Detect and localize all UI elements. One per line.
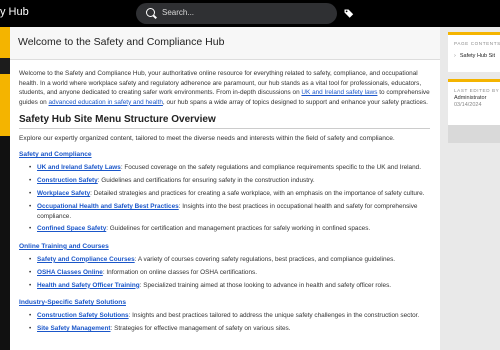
edited-date: 03/14/2024	[454, 102, 482, 108]
item-link[interactable]: Occupational Health and Safety Best Prac…	[37, 203, 179, 210]
search-icon	[146, 8, 155, 17]
page-contents-panel: PAGE CONTENTS › Safety Hub Sit	[448, 32, 500, 72]
intro-paragraph: Welcome to the Safety and Compliance Hub…	[19, 69, 430, 107]
item-link[interactable]: Safety and Compliance Courses	[37, 256, 135, 263]
section-heading: Safety and Compliance	[19, 151, 430, 158]
item-text: : Detailed strategies and practices for …	[90, 190, 425, 198]
item-text: : Guidelines for certification and manag…	[106, 225, 371, 233]
list-item: Construction Safety Solutions: Insights …	[29, 311, 430, 321]
uk-ireland-laws-link[interactable]: UK and Ireland safety laws	[301, 89, 377, 96]
list-item: Health and Safety Officer Training: Spec…	[29, 281, 430, 291]
list-item: Site Safety Management: Strategies for e…	[29, 324, 430, 334]
page-contents-heading: PAGE CONTENTS	[454, 41, 500, 46]
sidebar-placeholder-block	[448, 125, 500, 143]
item-text: : Information on online classes for OSHA…	[102, 268, 257, 276]
list-item: UK and Ireland Safety Laws: Focused cove…	[29, 163, 430, 173]
section-list: Construction Safety Solutions: Insights …	[19, 311, 430, 334]
item-text: : Specialized training aimed at those lo…	[139, 281, 392, 289]
page-title: Welcome to the Safety and Compliance Hub	[18, 36, 225, 48]
item-text: : Strategies for effective management of…	[110, 324, 291, 332]
list-item: Confined Space Safety: Guidelines for ce…	[29, 224, 430, 234]
section-list: UK and Ireland Safety Laws: Focused cove…	[19, 163, 430, 234]
right-sidebar: PAGE CONTENTS › Safety Hub Sit LAST EDITE…	[448, 27, 500, 350]
item-link[interactable]: Health and Safety Officer Training	[37, 282, 140, 289]
page-title-bar: Welcome to the Safety and Compliance Hub	[10, 27, 440, 60]
item-text: : Insights and best practices tailored t…	[128, 312, 420, 320]
list-item: Workplace Safety: Detailed strategies an…	[29, 189, 430, 199]
list-item: Construction Safety: Guidelines and cert…	[29, 176, 430, 186]
item-link[interactable]: UK and Ireland Safety Laws	[37, 164, 121, 171]
list-item: Safety and Compliance Courses: A variety…	[29, 255, 430, 265]
search-box[interactable]: Search...	[136, 3, 337, 24]
left-dark-strip	[0, 136, 10, 350]
item-link[interactable]: OSHA Classes Online	[37, 269, 103, 276]
section-link-safety-compliance[interactable]: Safety and Compliance	[19, 151, 92, 158]
article-content: Welcome to the Safety and Compliance Hub…	[10, 60, 440, 334]
section-heading: Industry-Specific Safety Solutions	[19, 299, 430, 306]
intro-text-3: , our hub spans a wide array of topics d…	[162, 98, 428, 106]
overview-heading: Safety Hub Site Menu Structure Overview	[19, 114, 430, 130]
item-link[interactable]: Construction Safety	[37, 177, 98, 184]
section-heading: Online Training and Courses	[19, 243, 430, 250]
item-text: : Guidelines and certifications for ensu…	[97, 177, 315, 185]
top-bar: y Hub Search...	[0, 0, 500, 27]
section-list: Safety and Compliance Courses: A variety…	[19, 255, 430, 291]
chevron-right-icon: ›	[454, 53, 456, 59]
site-brand[interactable]: y Hub	[0, 6, 29, 18]
search-input[interactable]: Search...	[162, 8, 194, 17]
toc-item-label[interactable]: Safety Hub Sit	[460, 53, 495, 59]
last-edited-heading: LAST EDITED BY	[454, 88, 500, 93]
item-text: : A variety of courses covering safety r…	[134, 255, 396, 263]
toc-item[interactable]: › Safety Hub Sit	[448, 46, 500, 59]
left-accent-gap	[0, 58, 10, 74]
item-link[interactable]: Confined Space Safety	[37, 225, 106, 232]
item-link[interactable]: Site Safety Management	[37, 325, 111, 332]
item-text: : Focused coverage on the safety regulat…	[120, 164, 421, 172]
section-link-industry-solutions[interactable]: Industry-Specific Safety Solutions	[19, 299, 126, 306]
advanced-education-link[interactable]: advanced education in safety and health	[49, 99, 163, 106]
list-item: Occupational Health and Safety Best Prac…	[29, 202, 430, 221]
main-article: Welcome to the Safety and Compliance Hub…	[10, 27, 440, 350]
item-link[interactable]: Construction Safety Solutions	[37, 312, 129, 319]
section-link-online-training[interactable]: Online Training and Courses	[19, 243, 109, 250]
list-item: OSHA Classes Online: Information on onli…	[29, 268, 430, 278]
tag-icon[interactable]	[344, 8, 354, 18]
edited-by-name: Administrator	[454, 95, 487, 101]
overview-lead: Explore our expertly organized content, …	[19, 135, 395, 143]
item-link[interactable]: Workplace Safety	[37, 190, 90, 197]
